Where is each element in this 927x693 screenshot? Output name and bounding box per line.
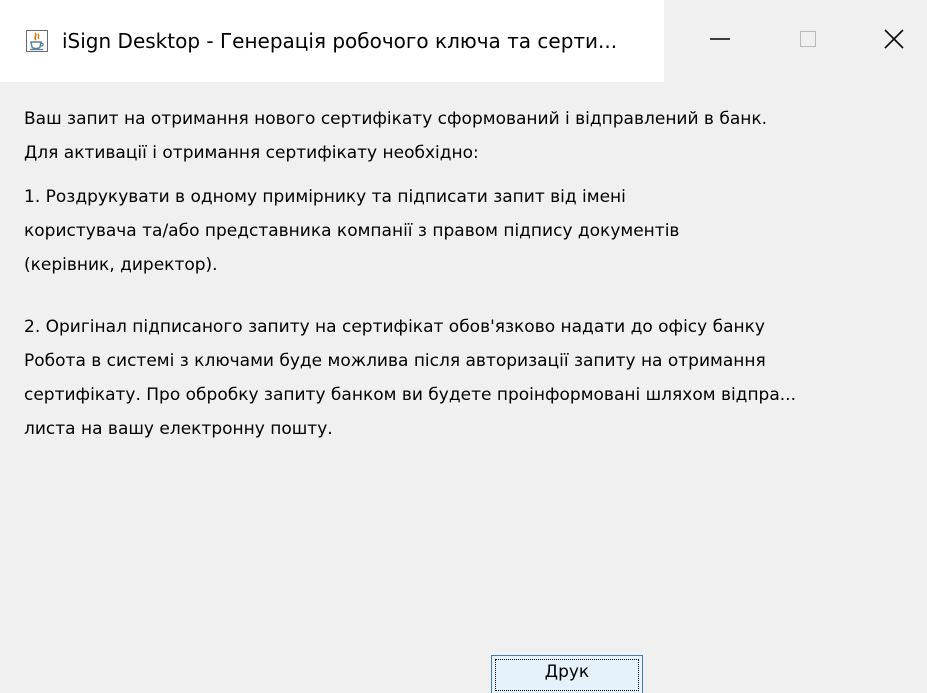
maximize-button[interactable] xyxy=(764,0,852,82)
message-line: (керівник, директор). xyxy=(24,255,218,275)
message-line: користувача та/або представника компанії… xyxy=(24,221,680,241)
message-line: Для активації і отримання сертифікату не… xyxy=(24,143,479,163)
print-button[interactable]: Друк xyxy=(491,655,643,693)
java-cup-icon[interactable] xyxy=(26,30,48,52)
title-bar[interactable]: iSign Desktop - Генерація робочого ключа… xyxy=(0,0,927,82)
message-paragraph-2: 1. Роздрукувати в одному примірнику та п… xyxy=(24,180,679,282)
message-paragraph-1: Ваш запит на отримання нового сертифікат… xyxy=(24,102,767,170)
minimize-icon xyxy=(709,28,731,54)
message-paragraph-3: 2. Оригінал підписаного запиту на сертиф… xyxy=(24,310,796,446)
window-title: iSign Desktop - Генерація робочого ключа… xyxy=(62,29,618,53)
maximize-icon xyxy=(798,29,818,53)
message-panel: Ваш запит на отримання нового сертифікат… xyxy=(0,82,927,693)
print-button-label: Друк xyxy=(544,662,590,682)
message-line: 2. Оригінал підписаного запиту на сертиф… xyxy=(24,317,765,337)
dialog-window: iSign Desktop - Генерація робочого ключа… xyxy=(0,0,927,693)
minimize-button[interactable] xyxy=(676,0,764,82)
message-line: Ваш запит на отримання нового сертифікат… xyxy=(24,109,768,129)
message-line: сертифікату. Про обробку запиту банком в… xyxy=(24,385,796,405)
close-icon xyxy=(883,28,905,54)
message-line: листа на вашу електронну пошту. xyxy=(24,419,333,439)
close-button[interactable] xyxy=(850,0,927,82)
message-line: 1. Роздрукувати в одному примірнику та п… xyxy=(24,187,626,207)
message-line: Робота в системі з ключами буде можлива … xyxy=(24,351,766,371)
